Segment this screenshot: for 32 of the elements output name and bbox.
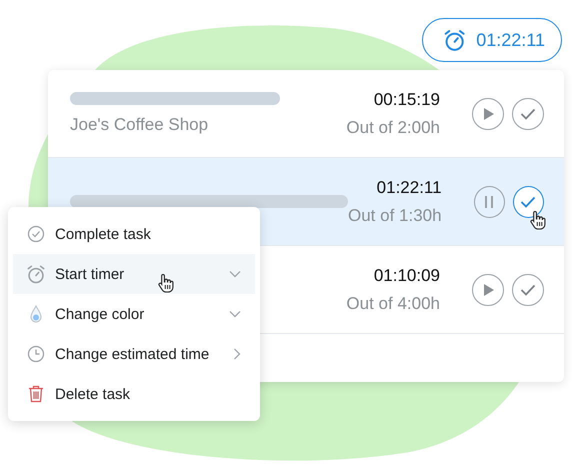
check-circle-icon [27,225,45,243]
menu-item[interactable]: Start timer [13,254,255,294]
complete-button[interactable] [512,274,544,306]
check-icon [520,196,536,208]
droplet-icon [29,305,43,323]
stopwatch-icon [26,264,46,284]
complete-button[interactable] [512,98,544,130]
play-button[interactable] [472,274,504,306]
menu-item[interactable]: Change estimated time [13,334,255,374]
tracked-time: 00:15:19 [372,90,440,110]
menu-item[interactable]: Delete task [13,374,255,414]
estimate-text: Out of 4:00h [346,294,440,314]
hand-cursor-icon [158,273,174,293]
elapsed-time: 01:22:11 [476,30,545,50]
estimate-text: Out of 1:30h [348,206,442,226]
pause-button[interactable] [474,186,505,218]
tracked-time: 01:22:11 [376,178,442,198]
pause-icon [483,194,496,208]
play-icon [482,282,494,296]
tracked-time: 01:10:09 [372,266,440,286]
timer-badge[interactable]: 01:22:11 [422,18,562,62]
estimate-text: Out of 2:00h [346,118,440,138]
check-icon [520,284,536,296]
check-icon [520,108,536,120]
play-icon [482,106,494,120]
play-button[interactable] [472,98,504,130]
complete-button[interactable] [512,186,544,218]
trash-icon [28,385,44,403]
stopwatch-icon [443,27,466,53]
clock-icon [27,345,45,363]
hand-cursor-icon [530,210,546,230]
client-name: Joe's Coffee Shop [70,115,210,135]
